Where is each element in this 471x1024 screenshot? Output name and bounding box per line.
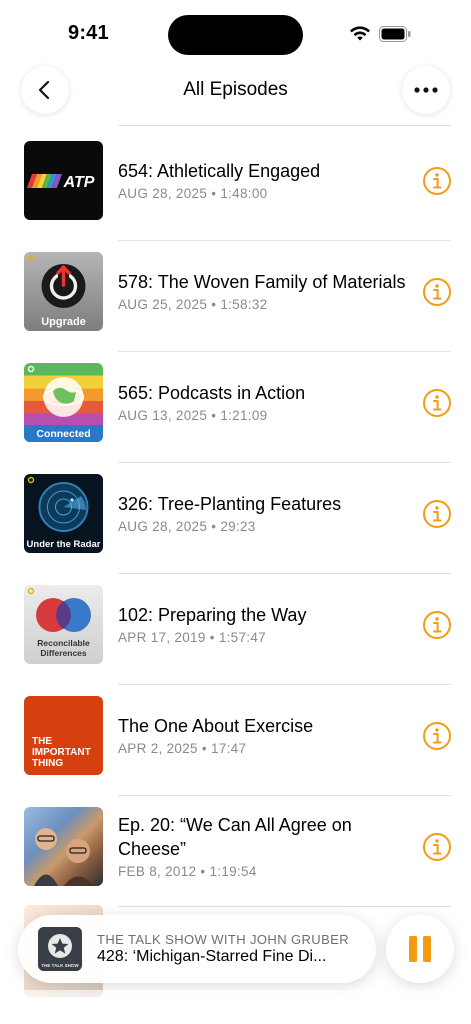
- podcast-artwork: Upgrade: [24, 252, 103, 331]
- episode-date: AUG 25, 2025: [118, 297, 208, 312]
- page-title: All Episodes: [183, 79, 288, 100]
- episode-duration: 1:48:00: [220, 186, 268, 201]
- episode-meta: FEB 8, 2012 • 1:19:54: [118, 864, 408, 879]
- artwork-label: Upgrade: [41, 316, 86, 328]
- info-circle-icon[interactable]: [422, 388, 452, 418]
- now-playing-show: THE TALK SHOW WITH JOHN GRUBER: [97, 932, 350, 947]
- episode-title: 578: The Woven Family of Materials: [118, 272, 406, 292]
- episode-date: AUG 28, 2025: [118, 519, 208, 534]
- episode-row[interactable]: THE IMPORTANT THING The One About Exerci…: [0, 685, 471, 796]
- podcast-artwork: [24, 807, 103, 886]
- meta-separator: •: [209, 630, 215, 645]
- ellipsis-icon: [414, 87, 438, 93]
- episode-duration: 1:57:47: [218, 630, 266, 645]
- episode-date: APR 17, 2019: [118, 630, 206, 645]
- episode-row[interactable]: Upgrade 578: The Woven Family of Materia…: [0, 241, 471, 352]
- now-playing-title: 428: ‘Michigan-Starred Fine Di...: [97, 948, 327, 965]
- navigation-bar: All Episodes: [0, 62, 471, 120]
- meta-separator: •: [201, 741, 207, 756]
- episode-meta: APR 2, 2025 • 17:47: [118, 741, 408, 756]
- svg-text:THE: THE: [32, 736, 52, 747]
- status-bar: 9:41: [0, 0, 471, 62]
- episode-meta: AUG 28, 2025 • 1:48:00: [118, 186, 408, 201]
- podcast-artwork: THE IMPORTANT THING: [24, 696, 103, 775]
- artwork-label: Under the Radar: [27, 539, 101, 550]
- meta-separator: •: [211, 408, 217, 423]
- episode-date: AUG 13, 2025: [118, 408, 208, 423]
- svg-text:THING: THING: [32, 758, 63, 769]
- episode-row[interactable]: ATP 654: Athletically Engaged AUG 28, 20…: [0, 130, 471, 241]
- episode-duration: 1:58:32: [220, 297, 268, 312]
- meta-separator: •: [211, 297, 217, 312]
- episode-title: Ep. 20: “We Can All Agree on Cheese”: [118, 815, 352, 859]
- episode-row[interactable]: Ep. 20: “We Can All Agree on Cheese” FEB…: [0, 796, 471, 907]
- meta-separator: •: [211, 519, 217, 534]
- info-circle-icon[interactable]: [422, 499, 452, 529]
- episode-date: APR 2, 2025: [118, 741, 198, 756]
- episode-row[interactable]: Under the Radar 326: Tree-Planting Featu…: [0, 463, 471, 574]
- meta-separator: •: [200, 864, 206, 879]
- battery-icon: [379, 26, 411, 42]
- episode-meta: AUG 25, 2025 • 1:58:32: [118, 297, 408, 312]
- row-divider: [118, 906, 451, 907]
- episode-meta: APR 17, 2019 • 1:57:47: [118, 630, 408, 645]
- info-circle-icon[interactable]: [422, 277, 452, 307]
- episode-duration: 1:19:54: [209, 864, 257, 879]
- podcast-artwork: ATP: [24, 141, 103, 220]
- episode-date: FEB 8, 2012: [118, 864, 197, 879]
- artwork-label: THE TALK SHOW: [41, 963, 79, 968]
- podcast-artwork: Under the Radar: [24, 474, 103, 553]
- episode-row[interactable]: Connected 565: Podcasts in Action AUG 13…: [0, 352, 471, 463]
- artwork-label: Connected: [36, 428, 90, 440]
- artwork-label: ATP: [63, 174, 95, 191]
- artwork-label-line1: Reconcilable: [37, 638, 90, 648]
- episode-row[interactable]: Reconcilable Differences 102: Preparing …: [0, 574, 471, 685]
- episode-meta: AUG 13, 2025 • 1:21:09: [118, 408, 408, 423]
- pause-icon: [409, 936, 431, 962]
- episode-duration: 1:21:09: [220, 408, 268, 423]
- podcast-artwork: Reconcilable Differences: [24, 585, 103, 664]
- episode-meta: AUG 28, 2025 • 29:23: [118, 519, 408, 534]
- more-button[interactable]: [402, 66, 450, 114]
- episode-title: 102: Preparing the Way: [118, 605, 307, 625]
- pause-button[interactable]: [386, 915, 454, 983]
- bottom-fade: [0, 990, 471, 1024]
- episode-title: The One About Exercise: [118, 716, 314, 736]
- divider: [118, 125, 451, 126]
- svg-text:IMPORTANT: IMPORTANT: [32, 747, 91, 758]
- now-playing-artwork: THE TALK SHOW: [38, 927, 82, 971]
- info-circle-icon[interactable]: [422, 832, 452, 862]
- episode-date: AUG 28, 2025: [118, 186, 208, 201]
- episode-duration: 29:23: [220, 519, 256, 534]
- episode-title: 565: Podcasts in Action: [118, 383, 306, 403]
- info-circle-icon[interactable]: [422, 610, 452, 640]
- episode-title: 654: Athletically Engaged: [118, 161, 321, 181]
- mini-player[interactable]: THE TALK SHOW THE TALK SHOW WITH JOHN GR…: [18, 915, 376, 983]
- podcast-artwork: Connected: [24, 363, 103, 442]
- episode-duration: 17:47: [211, 741, 247, 756]
- dynamic-island: [168, 15, 303, 55]
- wifi-icon: [350, 26, 370, 41]
- info-circle-icon[interactable]: [422, 721, 452, 751]
- artwork-label-line2: Differences: [40, 648, 87, 658]
- meta-separator: •: [211, 186, 217, 201]
- episode-title: 326: Tree-Planting Features: [118, 494, 342, 514]
- info-circle-icon[interactable]: [422, 166, 452, 196]
- status-time: 9:41: [68, 22, 109, 44]
